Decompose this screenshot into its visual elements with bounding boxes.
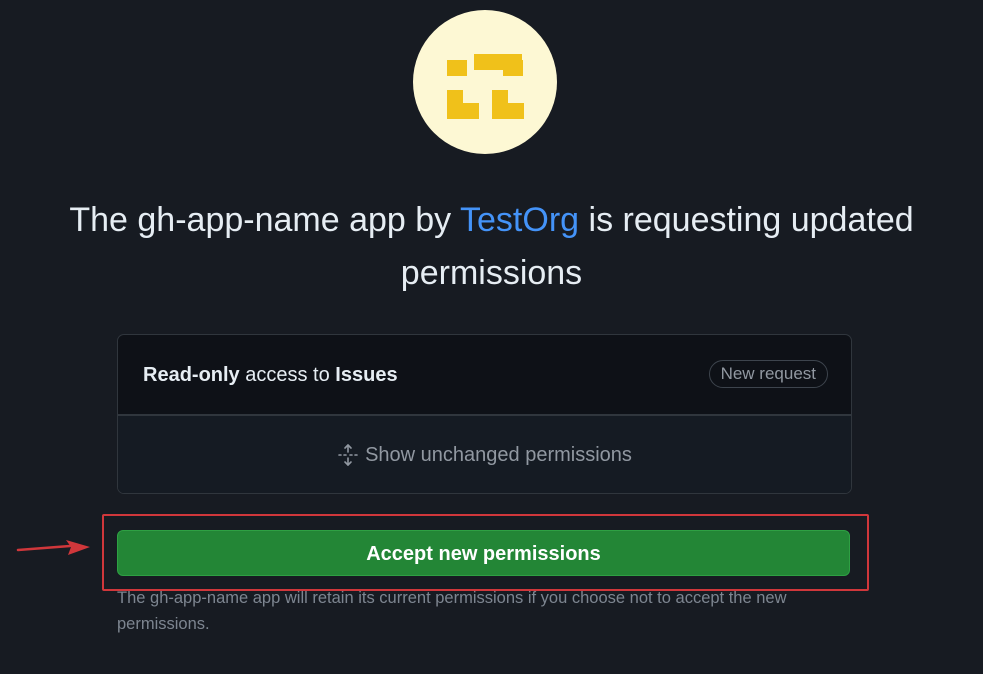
show-unchanged-label: Show unchanged permissions bbox=[365, 443, 632, 466]
permission-row: Read-only access to Issues New request bbox=[118, 335, 851, 415]
show-unchanged-permissions-button[interactable]: Show unchanged permissions bbox=[118, 415, 851, 493]
permission-resource: Issues bbox=[335, 364, 398, 386]
org-link[interactable]: TestOrg bbox=[460, 201, 579, 239]
app-identicon-icon bbox=[447, 54, 524, 119]
retain-permissions-note: The gh-app-name app will retain its curr… bbox=[117, 589, 787, 633]
permission-level: Read-only bbox=[143, 364, 240, 386]
unfold-icon bbox=[337, 443, 359, 467]
page-title: The gh-app-name app by TestOrg is reques… bbox=[20, 194, 963, 300]
permission-description: Read-only access to Issues bbox=[143, 364, 398, 387]
permission-connector: access to bbox=[245, 364, 330, 386]
accept-new-permissions-button[interactable]: Accept new permissions bbox=[117, 530, 850, 576]
permissions-update-page: The gh-app-name app by TestOrg is reques… bbox=[0, 0, 983, 674]
red-arrow-icon bbox=[16, 540, 90, 555]
permissions-panel: Read-only access to Issues New request S… bbox=[117, 334, 852, 494]
app-avatar bbox=[413, 10, 557, 154]
new-request-badge: New request bbox=[708, 360, 828, 388]
title-prefix: The gh-app-name app by bbox=[69, 201, 452, 239]
